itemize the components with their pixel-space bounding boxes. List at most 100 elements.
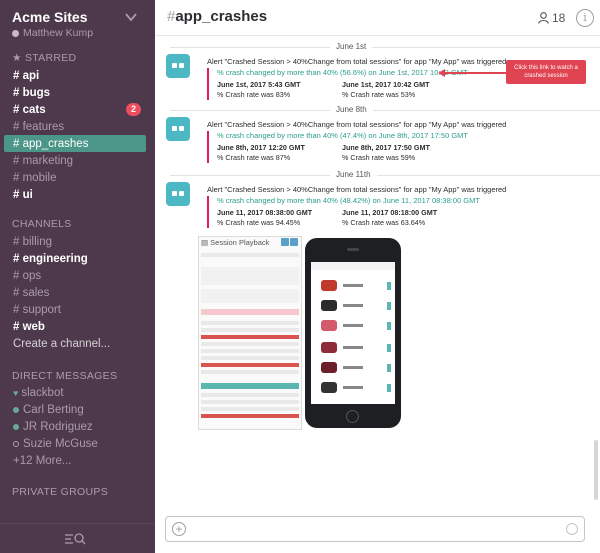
channel-header: #app_crashes 18 i	[155, 0, 600, 36]
day-divider: June 1st	[170, 42, 600, 51]
alert-text: Alert "Crashed Session > 40%Change from …	[207, 120, 507, 129]
channel-sales[interactable]: # sales	[0, 284, 155, 301]
dm-jr-label: JR Rodriguez	[23, 420, 93, 433]
heart-icon: ♥	[13, 387, 19, 398]
channel-cats[interactable]: # cats 2	[0, 101, 155, 118]
presence-away-icon	[13, 440, 19, 447]
starred-heading[interactable]: ★ STARRED	[0, 52, 76, 64]
day-label: June 1st	[330, 42, 373, 51]
person-icon	[538, 12, 549, 24]
dm-slackbot-label: slackbot	[21, 386, 64, 399]
phone-camera	[347, 248, 359, 251]
phone-screen	[311, 262, 395, 404]
sidebar: Acme Sites Matthew Kump ★ STARRED # api …	[0, 0, 155, 553]
session-playback-image[interactable]: ▤ Session Playback	[198, 236, 408, 430]
presence-online-icon	[13, 406, 19, 413]
create-channel-link[interactable]: Create a channel...	[0, 335, 155, 352]
playback-controls	[281, 237, 299, 249]
callout-arrow	[444, 72, 506, 74]
film-icon: ▤	[201, 238, 211, 247]
channel-api[interactable]: # api	[0, 67, 155, 84]
channel-ui[interactable]: # ui	[0, 186, 155, 203]
channel-title[interactable]: #app_crashes	[167, 8, 267, 25]
direct-messages-heading[interactable]: DIRECT MESSAGES	[0, 370, 117, 382]
robot-icon	[172, 63, 184, 69]
field-date: June 8th, 2017 12:20 GMT	[217, 143, 305, 152]
message-attachment: % crash changed by more than 40% (47.4%)…	[207, 131, 507, 163]
field-after: June 11, 2017 08:18:00 GMT % Crash rate …	[342, 208, 467, 228]
alert-text: Alert "Crashed Session > 40%Change from …	[207, 57, 507, 66]
filter-search-icon[interactable]	[64, 532, 86, 546]
field-after: June 8th, 2017 17:50 GMT % Crash rate wa…	[342, 143, 467, 163]
presence-icon	[12, 29, 19, 37]
unread-badge: 2	[125, 103, 141, 116]
bot-avatar[interactable]	[166, 117, 190, 141]
day-divider: June 8th	[170, 105, 600, 114]
channel-marketing[interactable]: # marketing	[0, 152, 155, 169]
field-rate: % Crash rate was 94.45%	[217, 218, 301, 227]
channel-support[interactable]: # support	[0, 301, 155, 318]
channel-name: app_crashes	[175, 8, 268, 25]
presence-online-icon	[13, 423, 19, 430]
robot-icon	[172, 191, 184, 197]
starred-title: STARRED	[24, 52, 77, 64]
scrollbar[interactable]	[594, 440, 598, 500]
message-composer[interactable]: +	[165, 516, 585, 542]
field-date: June 8th, 2017 17:50 GMT	[342, 143, 430, 152]
sidebar-footer	[0, 523, 155, 553]
member-count-button[interactable]: 18	[538, 11, 565, 25]
field-date: June 11, 2017 08:18:00 GMT	[342, 208, 438, 217]
dm-jr-rodriguez[interactable]: JR Rodriguez	[0, 418, 155, 435]
dm-carl-berting[interactable]: Carl Berting	[0, 401, 155, 418]
field-date: June 1st, 2017 10:42 GMT	[342, 80, 430, 89]
team-name[interactable]: Acme Sites	[12, 9, 143, 25]
field-rate: % Crash rate was 87%	[217, 153, 291, 162]
message-attachment: % crash changed by more than 40% (48.42%…	[207, 196, 507, 228]
field-after: June 1st, 2017 10:42 GMT % Crash rate wa…	[342, 80, 467, 100]
channel-mobile[interactable]: # mobile	[0, 169, 155, 186]
phone-home-button	[346, 410, 359, 423]
field-before: June 11, 2017 08:38:00 GMT % Crash rate …	[217, 208, 342, 228]
channel-features[interactable]: # features	[0, 118, 155, 135]
channels-heading[interactable]: CHANNELS	[0, 218, 72, 230]
dm-slackbot[interactable]: ♥ slackbot	[0, 384, 155, 401]
dm-suzie-label: Suzie McGuse	[23, 437, 98, 450]
bot-avatar[interactable]	[166, 54, 190, 78]
chevron-down-icon[interactable]	[125, 12, 137, 22]
field-rate: % Crash rate was 59%	[342, 153, 416, 162]
session-playback-panel: ▤ Session Playback	[198, 236, 302, 430]
more-dms-link[interactable]: +12 More...	[0, 452, 155, 469]
channel-ops[interactable]: # ops	[0, 267, 155, 284]
channel-cats-label: # cats	[13, 103, 46, 116]
user-status: Matthew Kump	[12, 27, 143, 39]
crash-link[interactable]: % crash changed by more than 40% (47.4%)…	[217, 131, 507, 140]
star-icon: ★	[12, 52, 25, 64]
dm-suzie-mcguse[interactable]: Suzie McGuse	[0, 435, 155, 452]
channel-web[interactable]: # web	[0, 318, 155, 335]
robot-icon	[172, 126, 184, 132]
bot-avatar[interactable]	[166, 182, 190, 206]
channel-app-crashes[interactable]: # app_crashes	[4, 135, 146, 152]
channel-bugs[interactable]: # bugs	[0, 84, 155, 101]
field-rate: % Crash rate was 63.64%	[342, 218, 426, 227]
field-date: June 11, 2017 08:38:00 GMT	[217, 208, 313, 217]
expand-icon	[290, 238, 298, 246]
channel-engineering[interactable]: # engineering	[0, 250, 155, 267]
field-before: June 8th, 2017 12:20 GMT % Crash rate wa…	[217, 143, 342, 163]
session-playback-label: Session Playback	[210, 238, 270, 247]
emoji-icon[interactable]	[566, 523, 578, 535]
field-before: June 1st, 2017 5:43 GMT % Crash rate was…	[217, 80, 342, 100]
callout-arrowhead	[438, 69, 445, 77]
phone-mockup	[305, 238, 401, 428]
member-count: 18	[552, 11, 566, 25]
info-icon[interactable]: i	[576, 9, 594, 27]
private-groups-heading[interactable]: PRIVATE GROUPS	[0, 486, 108, 498]
day-divider: June 11th	[170, 170, 600, 179]
channel-billing[interactable]: # billing	[0, 233, 155, 250]
plus-icon[interactable]: +	[172, 522, 186, 536]
callout-tooltip: Click this link to watch a crashed sessi…	[506, 60, 586, 84]
crash-link[interactable]: % crash changed by more than 40% (48.42%…	[217, 196, 507, 205]
user-name: Matthew Kump	[23, 27, 94, 39]
session-playback-title: ▤ Session Playback	[201, 238, 269, 247]
cloud-icon	[281, 238, 289, 246]
